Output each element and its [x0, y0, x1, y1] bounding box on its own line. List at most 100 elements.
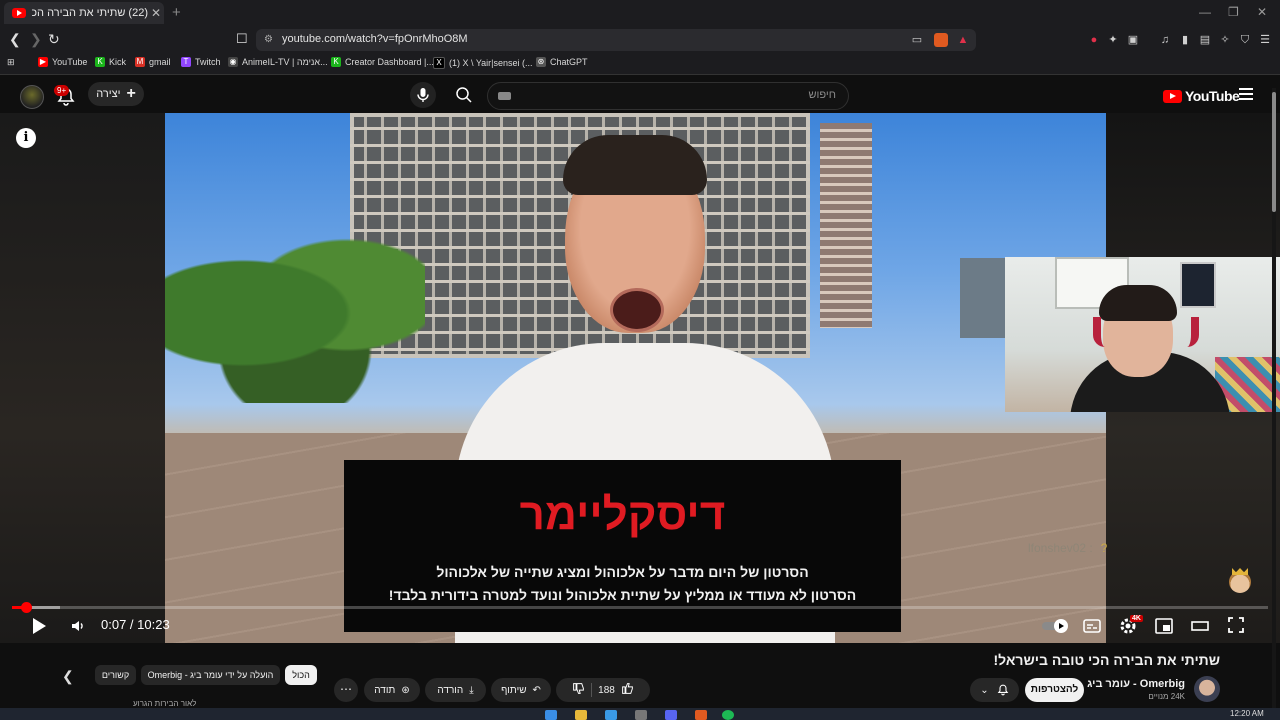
plus-icon: +: [126, 85, 136, 102]
bookmark-gmail[interactable]: Mgmail: [135, 57, 171, 67]
scrollbar-thumb[interactable]: [1272, 92, 1276, 212]
more-actions-button[interactable]: ⋯: [334, 678, 358, 702]
ambient-left: [0, 113, 165, 643]
channel-avatar[interactable]: [1194, 676, 1220, 702]
keyboard-icon[interactable]: [498, 92, 511, 100]
create-label: יצירה: [96, 88, 121, 100]
gmail-icon: M: [135, 57, 145, 67]
discord-icon[interactable]: [665, 710, 677, 720]
miniplayer-icon[interactable]: [1155, 618, 1173, 634]
streamer-headset: [1093, 317, 1199, 347]
minimize-window-icon[interactable]: —: [1199, 5, 1211, 19]
thanks-button[interactable]: תודה ⊛: [364, 678, 420, 702]
extensions-icon[interactable]: ✦: [1106, 33, 1120, 47]
back-arrow-icon[interactable]: ❮: [9, 31, 21, 48]
chat-overlay-user: lfonshev02 :: [1028, 541, 1093, 555]
notification-preferences-button[interactable]: ⌄: [970, 678, 1019, 702]
chat-overlay-mark: ?: [1100, 541, 1108, 555]
bookmark-animeil[interactable]: ◉ AnimeIL-TV | אנימה...: [228, 57, 328, 67]
wallet-icon[interactable]: ▤: [1198, 33, 1212, 47]
fullscreen-icon[interactable]: [1228, 617, 1244, 633]
dislike-button[interactable]: [572, 682, 585, 698]
app-icon[interactable]: [635, 710, 647, 720]
site-info-icon[interactable]: ⚙: [264, 34, 273, 45]
chatgpt-icon: ⊛: [536, 57, 546, 67]
bookmark-twitch[interactable]: T Twitch: [181, 57, 221, 67]
related-video-preview-text: לאור הבירות הגרוע: [133, 699, 197, 708]
brave-rewards-icon[interactable]: ▲: [956, 33, 970, 47]
video-tower-far: [960, 258, 1005, 338]
subscribe-button[interactable]: להצטרפות: [1025, 678, 1084, 702]
search-input[interactable]: חיפוש: [487, 82, 849, 110]
bookmark-page-icon[interactable]: ☐: [236, 31, 248, 47]
address-bar[interactable]: ⚙ youtube.com/watch?v=fpOnrMhoO8M ▭ ▲: [256, 29, 976, 51]
play-icon[interactable]: [30, 616, 48, 636]
url-text[interactable]: youtube.com/watch?v=fpOnrMhoO8M: [282, 33, 468, 45]
video-tower: [820, 123, 872, 328]
brave-shields-icon[interactable]: [934, 33, 948, 47]
download-button[interactable]: הורדה ⤓: [425, 678, 486, 702]
progress-scrubber[interactable]: [20, 602, 32, 613]
chip-uploaded-by[interactable]: הועלה על ידי עומר ביג - Omerbig: [141, 665, 280, 685]
voice-search-button[interactable]: [410, 82, 436, 108]
share-button[interactable]: שיתוף ↶: [491, 678, 551, 702]
new-tab-button[interactable]: +: [172, 4, 181, 21]
bookmark-chatgpt[interactable]: ⊛ ChatGPT: [536, 57, 588, 67]
chips-scroll-left-icon[interactable]: ❮: [62, 668, 74, 685]
youtube-favicon-icon: [12, 8, 26, 18]
store-icon[interactable]: [605, 710, 617, 720]
video-title: שתיתי את הבירה הכי טובה בישראל!: [993, 652, 1220, 668]
subtitles-icon[interactable]: [1083, 619, 1101, 633]
leo-ai-icon[interactable]: ✧: [1218, 33, 1232, 47]
media-icon[interactable]: ♫: [1158, 33, 1172, 47]
progress-bar[interactable]: [12, 602, 1268, 613]
guide-menu-icon[interactable]: [1239, 88, 1253, 103]
bookmark-x[interactable]: X (1) X \ Yair|sensei (...: [433, 57, 533, 69]
video-player[interactable]: דיסקליימר הסרטון של היום מדבר על אלכוהול…: [0, 113, 1280, 643]
microphone-icon: [417, 88, 429, 102]
bookmark-youtube[interactable]: ▶ YouTube: [38, 57, 87, 67]
search-icon[interactable]: [453, 84, 475, 106]
close-tab-icon[interactable]: ✕: [148, 6, 164, 20]
vpn-shield-icon[interactable]: ⛉: [1238, 33, 1252, 47]
kick-icon: K: [95, 57, 105, 67]
file-explorer-icon[interactable]: [575, 710, 587, 720]
x-icon: X: [433, 57, 445, 69]
autoplay-toggle[interactable]: [1041, 618, 1071, 634]
channel-name[interactable]: Omerbig - עומר ביג: [1087, 678, 1185, 690]
chip-related[interactable]: קשורים: [95, 665, 136, 685]
brave-browser-icon[interactable]: [695, 710, 707, 720]
reload-icon[interactable]: ↻: [48, 31, 60, 48]
create-button[interactable]: יצירה +: [88, 82, 144, 106]
sidebar-icon[interactable]: ▮: [1178, 33, 1192, 47]
windows-start-icon[interactable]: [545, 710, 557, 720]
bookmark-kick[interactable]: K Kick: [95, 57, 126, 67]
record-extension-icon[interactable]: ●: [1087, 33, 1101, 47]
youtube-header: 9+ יצירה + חיפוש YouTube: [0, 75, 1280, 115]
time-display: 0:07 / 10:23: [101, 617, 170, 632]
browser-tab-active[interactable]: (22) שתיתי את הבירה הכי טובה | ✕: [4, 2, 164, 24]
info-icon[interactable]: i: [16, 128, 36, 148]
page-scrollbar[interactable]: [1272, 88, 1276, 708]
screenshot-icon[interactable]: ▣: [1126, 33, 1140, 47]
like-button[interactable]: [621, 682, 634, 698]
spotify-icon[interactable]: [722, 710, 734, 720]
volume-icon[interactable]: [70, 618, 86, 634]
forward-arrow-icon[interactable]: ❯: [30, 31, 42, 48]
account-avatar[interactable]: [20, 85, 44, 109]
notification-count-badge: 9+: [54, 85, 70, 96]
youtube-logo[interactable]: YouTube: [1163, 88, 1240, 104]
menu-icon[interactable]: ☰: [1258, 33, 1272, 47]
bookmark-creator-dashboard[interactable]: K Creator Dashboard |...: [331, 57, 434, 67]
youtube-logo-text: YouTube: [1185, 88, 1240, 104]
apps-grid-icon[interactable]: ⊞: [7, 57, 15, 68]
browser-tab-bar: (22) שתיתי את הבירה הכי טובה | ✕ + — ❐ ✕: [0, 0, 1280, 26]
theater-mode-icon[interactable]: [1191, 621, 1209, 631]
video-trees: [165, 223, 425, 403]
cast-icon[interactable]: ▭: [910, 33, 924, 47]
search-placeholder: חיפוש: [808, 89, 836, 101]
restore-window-icon[interactable]: ❐: [1228, 5, 1239, 19]
chip-all[interactable]: הכול: [285, 665, 317, 685]
animeil-icon: ◉: [228, 57, 238, 67]
close-window-icon[interactable]: ✕: [1257, 5, 1267, 19]
